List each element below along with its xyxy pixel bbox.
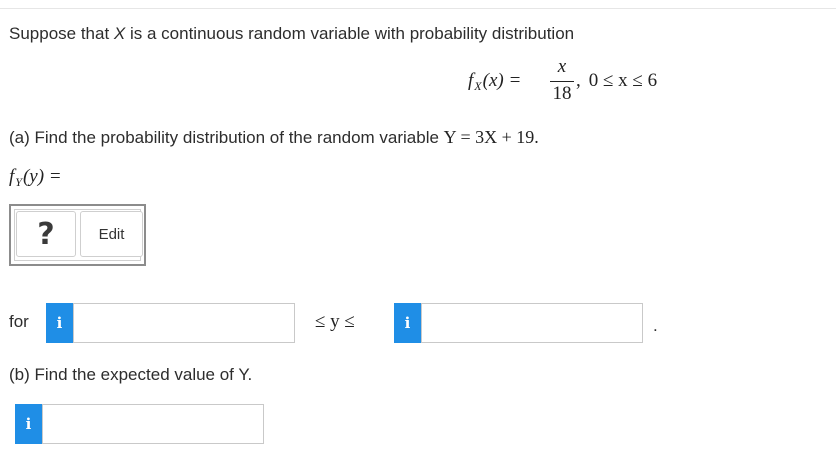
part-a-question: (a) Find the probability distribution of… [9,126,539,149]
question-mark-icon: ? [37,216,55,252]
question-intro: Suppose that X is a continuous random va… [9,23,574,45]
pdf-comma: , [576,70,581,91]
intro-variable: X [113,24,126,43]
pdf-domain: , 0 ≤ x ≤ 6 [576,70,657,92]
pdf-denominator: 18 [552,83,572,104]
lower-bound-input[interactable] [73,303,295,343]
for-label: for [9,312,29,331]
top-divider [0,8,836,9]
math-answer-widget: ? Edit [9,204,146,266]
info-icon[interactable]: i [394,303,421,343]
fraction-bar [550,81,574,82]
math-placeholder-button[interactable]: ? [16,211,76,257]
expected-value-input[interactable] [42,404,264,444]
pdf-lhs: fX(x) = [468,70,522,93]
part-b-question: (b) Find the expected value of Y. [9,365,253,384]
upper-bound-input[interactable] [421,303,643,343]
pdf-arg: (x) = [482,70,522,91]
pdf-domain-text: 0 ≤ x ≤ 6 [588,70,658,91]
intro-text-post: is a continuous random variable with pro… [125,24,575,43]
answer-label: fY(y) = [9,166,62,189]
info-icon[interactable]: i [15,404,42,444]
part-a-math: Y = 3X + 19. [443,127,539,147]
pdf-numerator: x [557,56,567,77]
range-period: . [653,316,658,335]
intro-text-pre: Suppose that [9,24,114,43]
info-icon[interactable]: i [46,303,73,343]
pdf-f: f [468,70,474,91]
pdf-fraction: x 18 [550,56,574,108]
answer-sub: Y [15,175,22,189]
pdf-sub: X [474,79,482,93]
edit-button[interactable]: Edit [80,211,143,257]
part-a-text: (a) Find the probability distribution of… [9,128,444,147]
answer-f: f [9,166,15,187]
range-inequality: ≤ y ≤ [315,311,355,332]
answer-rest: (y) = [22,166,62,187]
